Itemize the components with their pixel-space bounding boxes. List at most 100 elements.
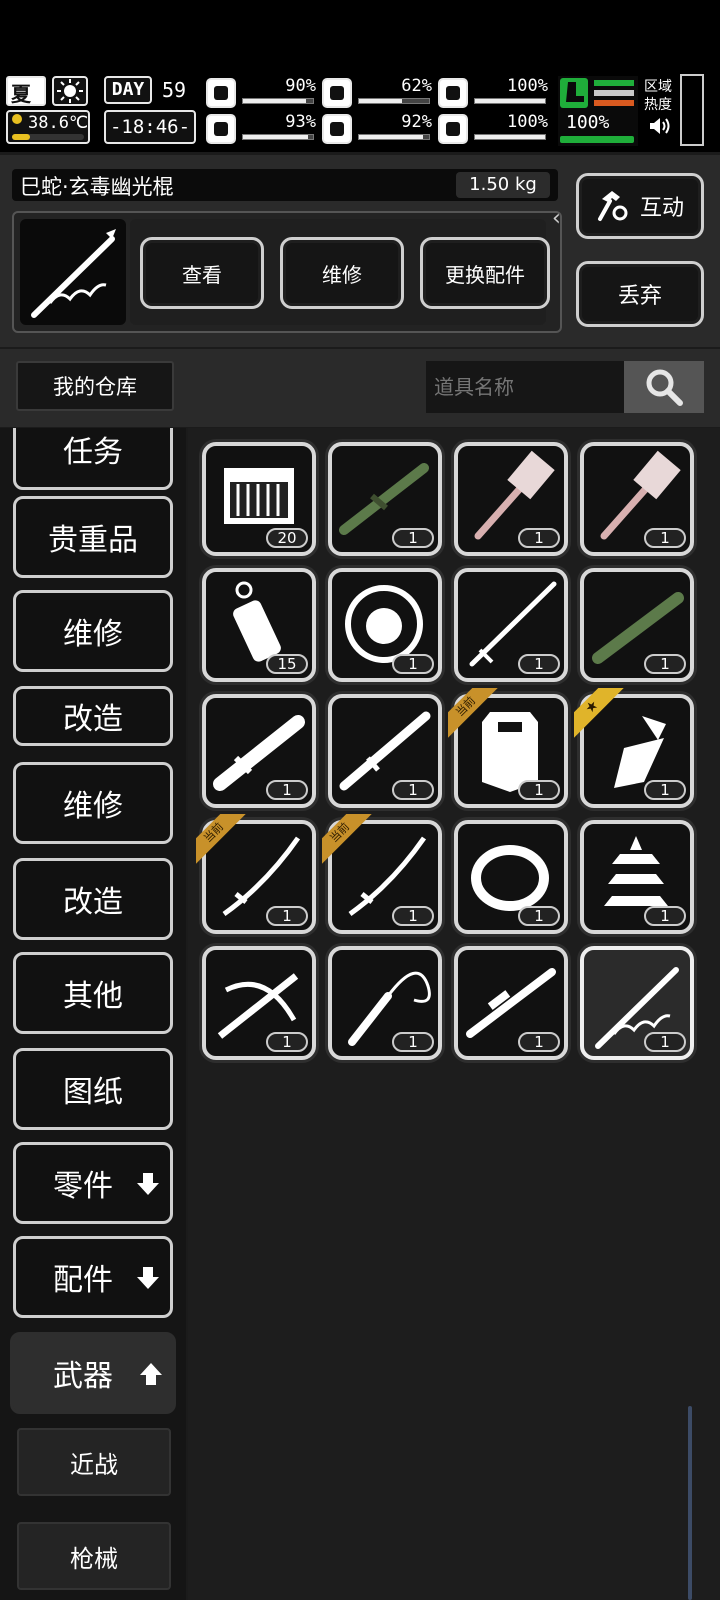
stamina-value: 100% <box>566 112 610 133</box>
temperature-gauge: 38.6℃ <box>6 110 90 144</box>
subcategory-button[interactable]: 枪械 <box>17 1522 171 1590</box>
temperature-value: 38.6℃ <box>28 113 89 133</box>
category-button[interactable]: 改造 <box>13 686 173 746</box>
arrow-down-icon <box>136 1265 160 1291</box>
item-grid: 20 1 1 1 15 1 1 1 1 1 1 当前 1 ★ 1 当前 1 当前 1 1 1 1 1 1 <box>188 428 720 1600</box>
water-drop-icon <box>322 114 352 144</box>
item-count-badge: 1 <box>644 906 686 926</box>
day-counter: DAY 59 <box>104 76 196 106</box>
category-button[interactable]: 其他 <box>13 952 173 1034</box>
category-button[interactable]: 任务 <box>13 428 173 490</box>
interact-button[interactable]: 互动 <box>576 173 704 239</box>
boot-icon <box>560 78 588 108</box>
day-label: DAY <box>104 76 152 104</box>
repair-button[interactable]: 维修 <box>280 237 404 309</box>
inventory-slot[interactable]: 1 <box>454 568 568 682</box>
drop-button-label: 丢弃 <box>617 284 662 309</box>
stat-bar <box>358 98 430 104</box>
drop-button[interactable]: 丢弃 <box>576 261 704 327</box>
category-label: 图纸 <box>63 1075 123 1110</box>
hammer-icon <box>597 191 628 221</box>
survival-stats: 90% 62% 100% 93% 92% 100% <box>206 72 556 152</box>
stat-brain: 93% <box>206 112 318 146</box>
inventory-slot[interactable]: 1 <box>580 946 694 1060</box>
item-count-badge: 1 <box>644 528 686 548</box>
category-button[interactable]: 贵重品 <box>13 496 173 578</box>
stat-value: 93% <box>285 112 316 132</box>
category-label: 改造 <box>63 702 123 737</box>
stat-stomach: 62% <box>322 76 434 110</box>
item-count-badge: 1 <box>266 780 308 800</box>
my-storage-tab[interactable]: 我的仓库 <box>16 361 174 411</box>
stat-battery: 100% <box>438 76 550 110</box>
inventory-slot[interactable]: 1 <box>328 442 442 556</box>
inventory-slot[interactable]: 1 <box>454 820 568 934</box>
equipped-label: 当前 <box>322 814 375 868</box>
storage-toolbar: 我的仓库 <box>0 349 720 427</box>
collapse-arrow-icon[interactable]: ‹ <box>552 207 566 231</box>
thermometer-icon <box>12 114 22 124</box>
category-button[interactable]: 配件 <box>13 1236 173 1318</box>
game-clock: -18:46- <box>104 110 196 144</box>
stat-bar <box>474 98 546 104</box>
category-button[interactable]: 改造 <box>13 858 173 940</box>
item-count-badge: 1 <box>266 906 308 926</box>
subcategory-button[interactable]: 近战 <box>17 1428 171 1496</box>
category-button[interactable]: 武器 <box>10 1332 176 1414</box>
brain-icon <box>206 114 236 144</box>
item-count-badge: 1 <box>518 654 560 674</box>
subcategory-label: 近战 <box>70 1450 118 1479</box>
change-attachment-button[interactable]: 更换配件 <box>420 237 550 309</box>
item-search-input[interactable] <box>426 361 624 413</box>
inventory-slot[interactable]: 1 <box>328 694 442 808</box>
stat-heart: 100% <box>438 112 550 146</box>
battery-icon <box>438 78 468 108</box>
category-button[interactable]: 图纸 <box>13 1048 173 1130</box>
arrow-up-icon <box>139 1361 163 1387</box>
inventory-slot[interactable]: 1 <box>202 694 316 808</box>
item-count-badge: 20 <box>266 528 308 548</box>
subcategory-label: 枪械 <box>70 1544 118 1573</box>
inventory-slot[interactable]: 1 <box>328 946 442 1060</box>
item-count-badge: 1 <box>518 906 560 926</box>
inventory-slot[interactable]: 1 <box>202 946 316 1060</box>
inventory-slot[interactable]: 1 <box>328 568 442 682</box>
category-button[interactable]: 维修 <box>13 590 173 672</box>
search-button[interactable] <box>624 361 704 413</box>
inventory-slot[interactable]: 15 <box>202 568 316 682</box>
item-count-badge: 1 <box>644 780 686 800</box>
item-count-badge: 1 <box>266 1032 308 1052</box>
inventory-slot[interactable]: 1 <box>454 946 568 1060</box>
stomach-icon <box>322 78 352 108</box>
inventory-slot[interactable]: 1 <box>454 442 568 556</box>
category-label: 改造 <box>63 885 123 920</box>
item-detail-panel: 巳蛇·玄毒幽光棍 1.50 kg 查看 维修 更换配件 ‹ 互动 丢弃 <box>0 155 720 347</box>
serpent-staff-icon <box>31 229 116 318</box>
item-name: 巳蛇·玄毒幽光棍 <box>20 175 174 199</box>
inventory-slot[interactable]: 1 <box>580 442 694 556</box>
arrow-down-icon <box>136 1171 160 1197</box>
item-count-badge: 1 <box>392 528 434 548</box>
inventory-slot[interactable]: 20 <box>202 442 316 556</box>
stat-bar <box>358 134 430 140</box>
item-header: 巳蛇·玄毒幽光棍 1.50 kg <box>12 169 558 201</box>
stat-water-drop: 92% <box>322 112 434 146</box>
speaker-icon[interactable] <box>648 116 672 136</box>
search-icon <box>646 369 683 406</box>
category-button[interactable]: 维修 <box>13 762 173 844</box>
category-button[interactable]: 零件 <box>13 1142 173 1224</box>
equipped-label: 当前 <box>196 814 249 868</box>
item-count-badge: 1 <box>644 654 686 674</box>
item-count-badge: 1 <box>392 780 434 800</box>
stat-bar <box>474 134 546 140</box>
inventory-slot[interactable]: 1 <box>580 820 694 934</box>
sun-icon <box>52 76 88 106</box>
stat-value: 100% <box>507 76 548 96</box>
inventory-slot[interactable]: 1 <box>580 568 694 682</box>
item-weight: 1.50 kg <box>456 172 550 198</box>
item-count-badge: 1 <box>392 654 434 674</box>
view-button[interactable]: 查看 <box>140 237 264 309</box>
grid-scrollbar[interactable] <box>688 1406 692 1600</box>
item-count-badge: 1 <box>518 1032 560 1052</box>
season-label: 夏 <box>11 82 31 106</box>
